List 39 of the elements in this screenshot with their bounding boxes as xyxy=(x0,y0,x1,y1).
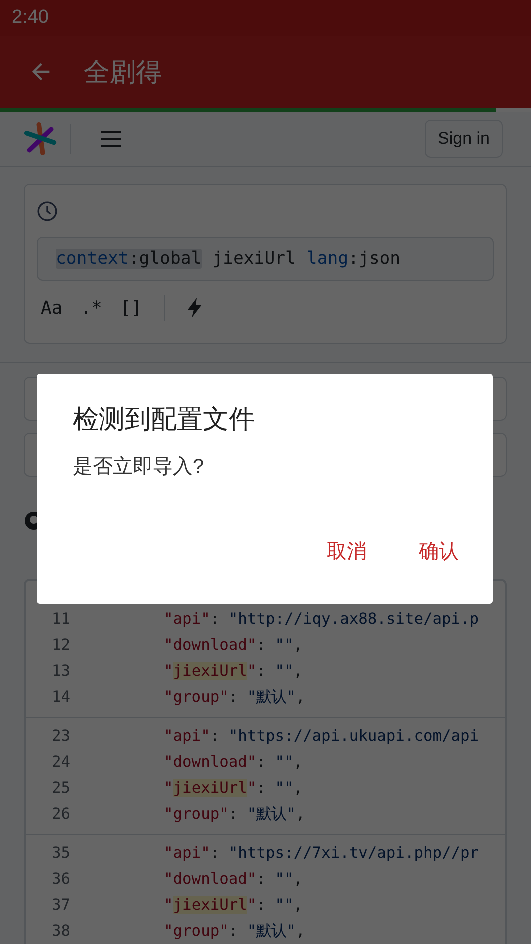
line-number: 37 xyxy=(51,896,72,914)
lightning-icon[interactable] xyxy=(187,298,204,318)
code-line: "download": "", xyxy=(163,636,304,654)
line-number: 23 xyxy=(51,727,72,745)
search-option-toggle[interactable]: .* xyxy=(80,298,102,318)
search-option-toggle[interactable]: Aa xyxy=(41,298,63,318)
code-line: "group": "默认", xyxy=(163,804,306,824)
line-number: 13 xyxy=(51,662,72,680)
code-line: "api": "http://iqy.ax88.site/api.p xyxy=(163,610,480,628)
menu-icon[interactable] xyxy=(101,131,121,147)
search-field[interactable]: context:global jiexiUrl lang:json xyxy=(37,237,494,281)
code-line: "download": "", xyxy=(163,753,304,771)
dialog-title: 检测到配置文件 xyxy=(73,403,256,436)
line-number: 11 xyxy=(51,610,72,628)
line-number: 36 xyxy=(51,870,72,888)
status-time: 2:40 xyxy=(12,7,49,29)
search-option-toggle[interactable]: [] xyxy=(120,298,142,318)
line-number: 26 xyxy=(51,805,72,823)
line-number: 38 xyxy=(51,922,72,940)
dialog-button[interactable]: 取消 xyxy=(327,538,367,565)
line-number: 14 xyxy=(51,688,72,706)
sign-in-button[interactable]: Sign in xyxy=(425,120,503,158)
logo-icon[interactable] xyxy=(24,121,58,157)
search-qualifier: lang:json xyxy=(306,249,401,269)
line-number: 24 xyxy=(51,753,72,771)
line-number: 12 xyxy=(51,636,72,654)
search-term: jiexiUrl xyxy=(212,249,296,269)
line-number: 25 xyxy=(51,779,72,797)
dialog-button[interactable]: 确认 xyxy=(419,538,459,565)
code-line: "group": "默认", xyxy=(163,686,306,708)
dialog-message: 是否立即导入? xyxy=(73,455,206,480)
code-line: "group": "默认", xyxy=(163,920,306,942)
search-qualifier: context:global xyxy=(56,249,202,269)
code-line: "api": "https://api.ukuapi.com/api xyxy=(163,727,480,745)
code-line: "download": "", xyxy=(163,870,304,888)
code-line: "api": "https://7xi.tv/api.php//pr xyxy=(163,844,480,862)
line-number: 35 xyxy=(51,844,72,862)
app-title: 全剧得 xyxy=(84,56,162,88)
history-icon[interactable] xyxy=(37,201,58,222)
